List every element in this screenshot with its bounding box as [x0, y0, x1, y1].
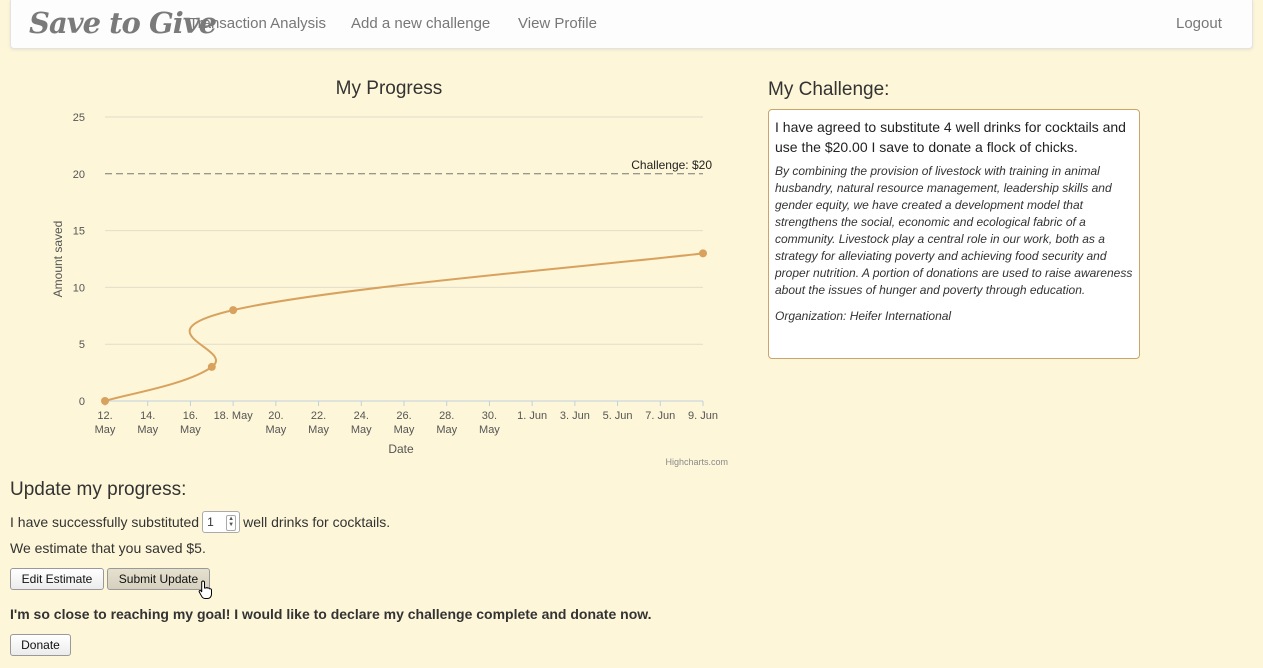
y-tick-label: 10: [73, 282, 85, 294]
data-point: [101, 397, 109, 405]
y-axis-title: Amount saved: [51, 221, 65, 298]
x-tick-label: May: [394, 424, 415, 436]
submit-update-button[interactable]: Submit Update: [107, 568, 210, 590]
challenge-organization: Organization: Heifer International: [775, 309, 952, 323]
x-tick-label: 20.: [268, 410, 283, 422]
challenge-heading: My Challenge:: [768, 79, 890, 100]
x-tick-label: 7. Jun: [645, 410, 675, 422]
x-tick-label: May: [265, 424, 286, 436]
progress-chart: My Progress 0 5 10 15 20 25 12. May 14. May 16. Ma…: [40, 65, 740, 475]
x-tick-label: 5. Jun: [603, 410, 633, 422]
estimate-text: We estimate that you saved $5.: [10, 540, 206, 556]
x-tick-label: 28.: [439, 410, 454, 422]
x-axis-ticks: 12. May 14. May 16. May 18. May 20. May 22. May 24.…: [95, 401, 718, 436]
hand-cursor-icon: [198, 580, 212, 599]
x-tick-label: May: [95, 424, 116, 436]
progress-chart-svg: My Progress 0 5 10 15 20 25 12. May 14. May 16. Ma…: [51, 78, 728, 467]
data-point: [699, 249, 707, 258]
chart-grid: [105, 116, 703, 402]
y-tick-label: 25: [73, 112, 85, 124]
brand-logo[interactable]: Save to Give: [29, 6, 217, 40]
x-tick-label: May: [137, 424, 158, 436]
x-tick-label: May: [180, 424, 201, 436]
challenge-description: By combining the provision of livestock …: [775, 164, 1133, 297]
nav-transaction-analysis[interactable]: Transaction Analysis: [189, 15, 326, 32]
logout-link[interactable]: Logout: [1176, 15, 1222, 32]
x-tick-label: May: [436, 424, 457, 436]
data-point: [207, 362, 216, 371]
edit-estimate-button[interactable]: Edit Estimate: [10, 568, 104, 590]
navbar: Save to Give Transaction Analysis Add a …: [10, 0, 1253, 49]
update-prefix: I have successfully substituted: [10, 514, 200, 530]
data-point: [229, 306, 238, 315]
x-tick-label: 26.: [396, 410, 411, 422]
series-line: [104, 252, 704, 402]
x-tick-label: May: [308, 424, 329, 436]
y-tick-label: 5: [79, 339, 85, 351]
x-axis-title: Date: [388, 442, 414, 456]
chart-title: My Progress: [336, 78, 443, 99]
goal-text: I'm so close to reaching my goal! I woul…: [10, 606, 652, 622]
challenge-plotline-label: Challenge: $20: [631, 158, 712, 172]
update-line: I have successfully substituted 1 ▲ ▼ wel…: [10, 511, 390, 533]
quantity-value: 1: [207, 515, 214, 529]
y-tick-label: 15: [73, 226, 85, 238]
x-tick-label: 24.: [354, 410, 369, 422]
donate-button[interactable]: Donate: [10, 634, 71, 656]
x-tick-label: 18. May: [214, 410, 254, 422]
nav-add-challenge[interactable]: Add a new challenge: [351, 15, 490, 32]
x-tick-label: 22.: [311, 410, 326, 422]
challenge-panel: I have agreed to substitute 4 well drink…: [768, 109, 1140, 359]
challenge-statement: I have agreed to substitute 4 well drink…: [775, 119, 1126, 155]
x-tick-label: 1. Jun: [517, 410, 547, 422]
x-tick-label: 9. Jun: [688, 410, 718, 422]
nav-view-profile[interactable]: View Profile: [518, 15, 597, 32]
chart-credit[interactable]: Highcharts.com: [665, 457, 728, 467]
update-suffix: well drinks for cocktails.: [243, 514, 391, 530]
update-heading: Update my progress:: [10, 479, 187, 500]
x-tick-label: 3. Jun: [560, 410, 590, 422]
x-tick-label: 12.: [97, 410, 112, 422]
quantity-stepper[interactable]: 1 ▲ ▼: [202, 511, 241, 533]
y-tick-label: 20: [73, 169, 85, 181]
y-axis-ticks: 0 5 10 15 20 25: [73, 112, 85, 408]
x-tick-label: 30.: [482, 410, 497, 422]
x-tick-label: 14.: [140, 410, 155, 422]
stepper-arrows-icon[interactable]: ▲ ▼: [226, 515, 237, 531]
y-tick-label: 0: [79, 396, 85, 408]
x-tick-label: May: [479, 424, 500, 436]
x-tick-label: May: [351, 424, 372, 436]
x-tick-label: 16.: [183, 410, 198, 422]
